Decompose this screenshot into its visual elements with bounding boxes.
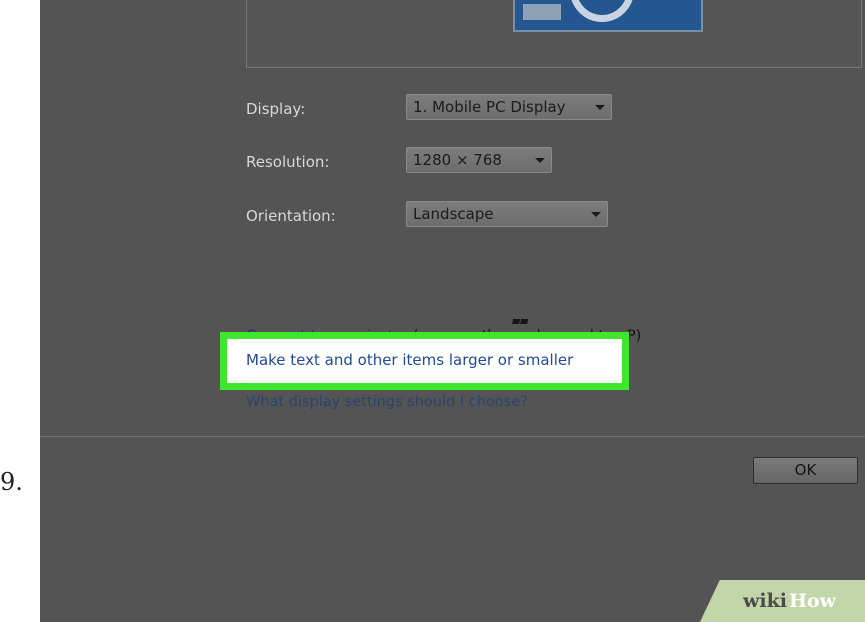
highlighted-link-box: Make text and other items larger or smal… xyxy=(220,332,629,390)
monitor-icon[interactable] xyxy=(513,0,703,32)
wikihow-watermark: wiki How xyxy=(700,580,865,622)
chevron-down-icon xyxy=(595,105,605,110)
resolution-value: 1280 × 768 xyxy=(413,151,502,169)
display-label: Display: xyxy=(246,100,306,118)
taskbar-graphic xyxy=(523,4,561,20)
orientation-value: Landscape xyxy=(413,205,494,223)
chevron-down-icon xyxy=(591,212,601,217)
display-value: 1. Mobile PC Display xyxy=(413,98,566,116)
watermark-wiki: wiki xyxy=(743,590,787,612)
resolution-select[interactable]: 1280 × 768 xyxy=(406,147,552,173)
windows-logo-icon xyxy=(509,313,530,340)
footer-divider xyxy=(40,436,865,437)
watermark-how: How xyxy=(789,590,836,612)
screen-resolution-window: Display: 1. Mobile PC Display Resolution… xyxy=(40,0,865,622)
chevron-down-icon xyxy=(535,158,545,163)
orientation-label: Orientation: xyxy=(246,207,336,225)
display-settings-help-link[interactable]: What display settings should I choose? xyxy=(246,394,528,410)
orientation-select[interactable]: Landscape xyxy=(406,201,608,227)
display-select[interactable]: 1. Mobile PC Display xyxy=(406,94,612,120)
ok-button[interactable]: OK xyxy=(753,457,858,484)
monitor-preview-area xyxy=(246,0,862,68)
text-size-link[interactable]: Make text and other items larger or smal… xyxy=(246,351,573,369)
wallpaper-graphic xyxy=(570,0,634,22)
step-number: 9. xyxy=(0,468,23,496)
resolution-label: Resolution: xyxy=(246,153,330,171)
